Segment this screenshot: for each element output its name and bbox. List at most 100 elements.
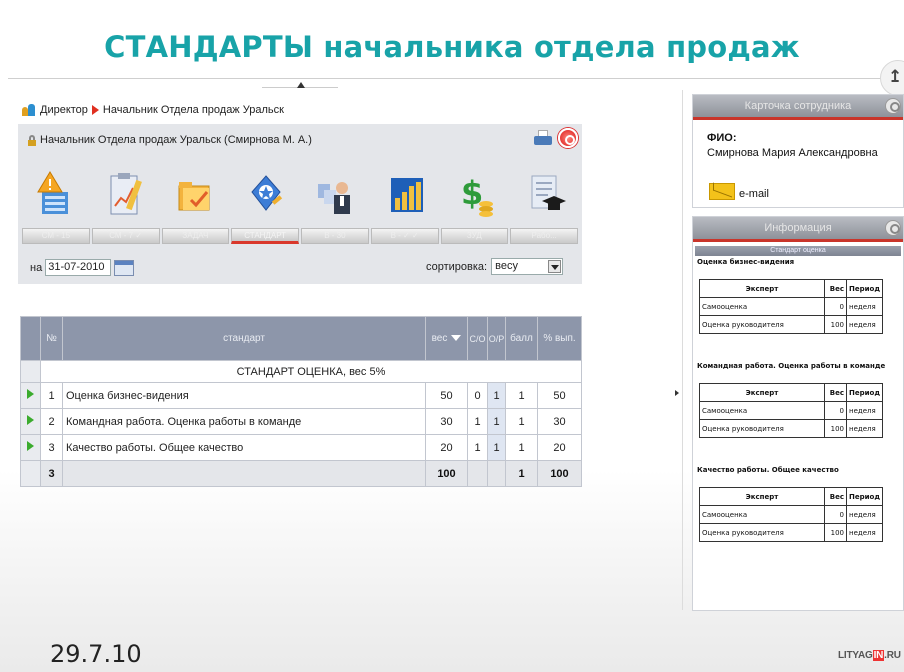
mail-icon[interactable]	[709, 183, 735, 200]
row-op: 1	[487, 382, 506, 409]
warning-list-icon	[37, 171, 68, 214]
table-row[interactable]: 2 Командная работа. Оценка работы в кома…	[20, 408, 582, 435]
header-score[interactable]: балл	[505, 316, 538, 361]
info-subtitle: Стандарт оценка	[695, 246, 901, 256]
play-icon[interactable]	[27, 389, 34, 399]
tab-sm7[interactable]: СМ - 7 ✓	[91, 228, 160, 244]
section-title: СТАНДАРТ ОЦЕНКА, вес 5%	[40, 360, 582, 383]
dollar-coins-icon: $	[461, 174, 493, 217]
standards-table: № стандарт вес С/О О/Р балл % вып. СТАНД…	[20, 316, 582, 487]
row-so: 1	[467, 434, 488, 461]
date-label: на	[30, 261, 43, 274]
tab-vcheck[interactable]: В - ✓ ✓	[370, 228, 439, 244]
bar-chart-icon	[390, 178, 423, 212]
row-name[interactable]: Оценка бизнес-видения	[62, 382, 426, 409]
col-period: Период	[846, 383, 883, 402]
header-num[interactable]: №	[40, 316, 63, 361]
module-education[interactable]	[512, 166, 583, 224]
col-weight: Вес	[824, 279, 847, 298]
row-num: 3	[40, 434, 63, 461]
expert-weight: 0	[824, 505, 847, 524]
row-name[interactable]: Командная работа. Оценка работы в команд…	[62, 408, 426, 435]
expert-name: Оценка руководителя	[699, 315, 825, 334]
header-standard[interactable]: стандарт	[62, 316, 426, 361]
info-block-title: Качество работы. Общее качество	[697, 466, 839, 474]
row-pct: 50	[537, 382, 582, 409]
expand-row[interactable]	[20, 434, 41, 461]
module-finance[interactable]: $	[441, 166, 512, 224]
footer-score: 1	[505, 460, 538, 487]
col-weight: Вес	[824, 487, 847, 506]
corner-button[interactable]: ↥	[880, 60, 904, 96]
expand-row[interactable]	[20, 408, 41, 435]
expert-name: Самооценка	[699, 297, 825, 316]
email-link[interactable]: e-mail	[739, 188, 769, 200]
module-team[interactable]	[300, 166, 371, 224]
play-icon[interactable]	[27, 441, 34, 451]
row-num: 1	[40, 382, 63, 409]
card-close-icon[interactable]	[885, 220, 901, 236]
expert-name: Самооценка	[699, 401, 825, 420]
module-folder[interactable]	[159, 166, 230, 224]
play-icon[interactable]	[27, 415, 34, 425]
module-standard[interactable]	[230, 166, 301, 224]
module-icons: $	[18, 166, 582, 224]
tab-v30[interactable]: В - 30	[301, 228, 369, 244]
header-weight[interactable]: вес	[425, 316, 468, 361]
svg-text:$: $	[461, 174, 483, 212]
tab-work[interactable]: Рабо...	[510, 228, 578, 244]
module-tabs: СМ - 15 СМ - 7 ✓ ЗАДАЧ СТАНДАРТ В - 30 В…	[18, 228, 582, 244]
sort-select[interactable]: весу	[491, 258, 564, 275]
info-block-title: Командная работа. Оценка работы в команд…	[697, 362, 886, 370]
employee-card: Карточка сотрудника ФИО: Смирнова Мария …	[692, 94, 904, 208]
header-weight-label: вес	[431, 333, 448, 344]
expert-period: неделя	[846, 523, 883, 542]
collapse-handle[interactable]	[262, 87, 338, 94]
team-person-icon	[318, 182, 350, 214]
module-warning[interactable]	[18, 166, 89, 224]
header-expand	[20, 316, 41, 361]
table-footer: 3 100 1 100	[20, 460, 582, 487]
print-icon[interactable]	[532, 128, 554, 148]
date-input[interactable]: 31-07-2010	[45, 259, 112, 276]
module-clipboard[interactable]	[89, 166, 160, 224]
row-name[interactable]: Качество работы. Общее качество	[62, 434, 426, 461]
expert-weight: 100	[824, 523, 847, 542]
expert-period: неделя	[846, 315, 883, 334]
row-pct: 20	[537, 434, 582, 461]
expand-row[interactable]	[20, 382, 41, 409]
row-op: 1	[487, 434, 506, 461]
card-close-icon[interactable]	[885, 98, 901, 114]
header-pct[interactable]: % вып.	[537, 316, 582, 361]
table-row[interactable]: 1 Оценка бизнес-видения 50 0 1 1 50	[20, 382, 582, 409]
expert-weight: 100	[824, 315, 847, 334]
header-so[interactable]: С/О	[467, 316, 488, 361]
splitter-arrow-icon[interactable]	[675, 390, 679, 396]
breadcrumb-root[interactable]: Директор	[40, 104, 88, 116]
header-op[interactable]: О/Р	[487, 316, 506, 361]
panel-header: Начальник Отдела продаж Уральск (Смирнов…	[18, 124, 582, 156]
close-icon[interactable]	[558, 128, 578, 148]
col-expert: Эксперт	[699, 487, 825, 506]
folder-check-icon	[178, 182, 210, 211]
tab-zud[interactable]: ЗУД	[440, 228, 509, 244]
row-pct: 30	[537, 408, 582, 435]
section-row: СТАНДАРТ ОЦЕНКА, вес 5%	[20, 360, 582, 383]
calendar-icon[interactable]	[114, 259, 135, 276]
collapse-arrow-icon[interactable]	[297, 82, 305, 88]
table-row[interactable]: 3 Качество работы. Общее качество 20 1 1…	[20, 434, 582, 461]
lock-icon	[28, 134, 36, 146]
splitter[interactable]	[682, 90, 683, 610]
tab-standard[interactable]: СТАНДАРТ	[231, 228, 299, 244]
title-rule	[8, 78, 904, 79]
expert-weight: 100	[824, 419, 847, 438]
expert-period: неделя	[846, 505, 883, 524]
chevron-down-icon[interactable]	[548, 260, 562, 273]
row-num: 2	[40, 408, 63, 435]
module-chart[interactable]	[371, 166, 442, 224]
tab-sm15[interactable]: СМ - 15	[22, 228, 90, 244]
sort-desc-icon	[451, 335, 462, 342]
expert-table: Эксперт Вес Период Самооценка 0 неделя Оценк…	[699, 383, 883, 438]
graduation-scroll-icon	[531, 175, 566, 210]
tab-tasks[interactable]: ЗАДАЧ	[161, 228, 230, 244]
